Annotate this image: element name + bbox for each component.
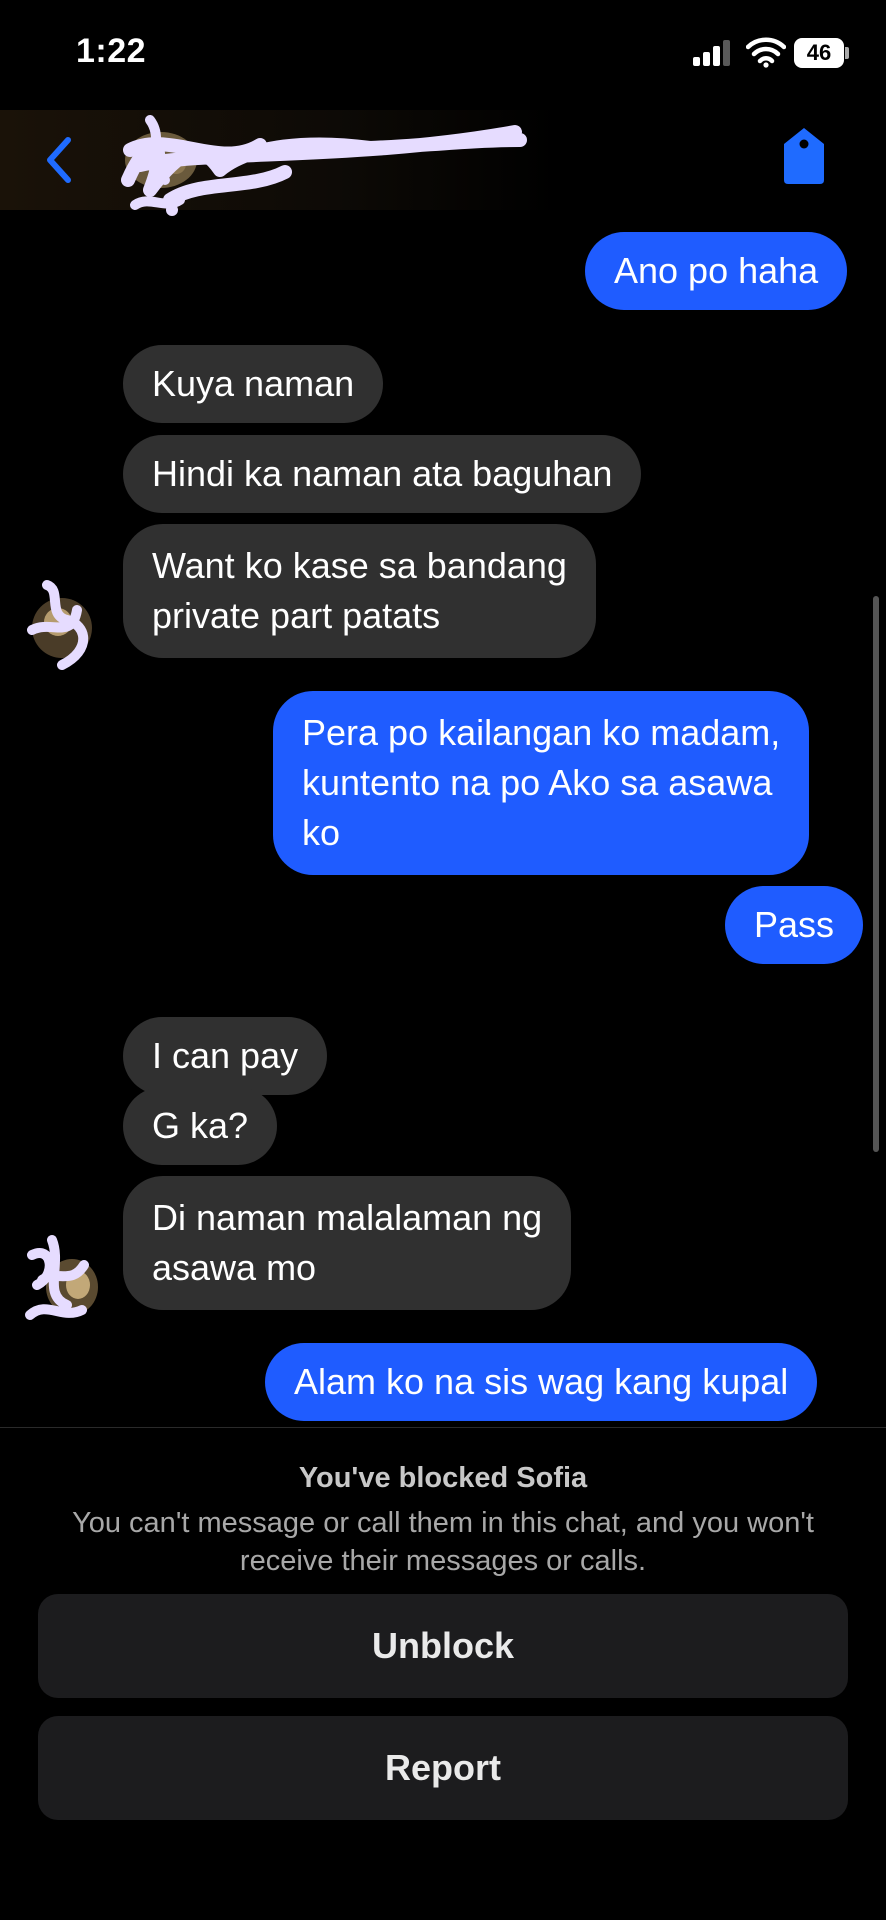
signal-icon <box>693 40 735 66</box>
message-text: Alam ko na sis wag kang kupal <box>294 1361 789 1402</box>
battery-icon: 46 <box>794 38 850 68</box>
message-text: Ano po haha <box>614 250 819 291</box>
message-list[interactable]: Ano po haha Kuya naman Hindi ka naman at… <box>0 210 886 1425</box>
battery-level: 46 <box>806 40 832 65</box>
blocked-description: You can't message or call them in this c… <box>72 1507 814 1577</box>
message-bubble-outgoing[interactable]: Alam ko na sis wag kang kupal <box>265 1343 818 1421</box>
message-text: Di naman malalaman ng <box>152 1197 543 1238</box>
back-button[interactable] <box>40 130 80 190</box>
message-text: ko <box>302 812 341 853</box>
message-bubble-incoming[interactable]: Want ko kase sa bandang private part pat… <box>123 524 596 658</box>
message-text: asawa mo <box>152 1247 317 1288</box>
message-text: Pass <box>754 904 835 945</box>
unblock-button[interactable]: Unblock <box>38 1594 848 1698</box>
message-text: kuntento na po Ako sa asawa <box>302 762 773 803</box>
report-button[interactable]: Report <box>38 1716 848 1820</box>
chat-header <box>0 110 886 216</box>
message-text: I can pay <box>152 1035 299 1076</box>
wifi-icon <box>746 37 786 68</box>
status-bar: 1:22 46 <box>0 0 886 110</box>
blocked-panel: You've blocked Sofia You can't message o… <box>0 1427 886 1920</box>
scrollbar[interactable] <box>873 596 879 1152</box>
message-text: Pera po kailangan ko madam, <box>302 712 781 753</box>
redacted-contact-name <box>121 115 527 216</box>
message-bubble-incoming[interactable]: I can pay <box>123 1017 328 1095</box>
sender-avatar[interactable] <box>22 570 102 670</box>
status-time: 1:22 <box>76 32 147 70</box>
message-bubble-incoming[interactable]: Kuya naman <box>123 345 384 423</box>
message-bubble-incoming[interactable]: Di naman malalaman ng asawa mo <box>123 1176 572 1310</box>
message-text: Kuya naman <box>152 363 355 404</box>
message-bubble-outgoing[interactable]: Ano po haha <box>585 232 848 310</box>
message-bubble-incoming[interactable]: G ka? <box>123 1087 278 1165</box>
message-bubble-incoming[interactable]: Hindi ka naman ata baguhan <box>123 435 642 513</box>
report-button-label: Report <box>385 1747 501 1788</box>
chat-screen: 1:22 46 Ano po haha Kuya naman Hindi ka … <box>0 0 886 1920</box>
message-text: private part patats <box>152 595 441 636</box>
message-bubble-outgoing[interactable]: Pass <box>725 886 864 964</box>
message-text: G ka? <box>152 1105 249 1146</box>
message-text: Want ko kase sa bandang <box>152 545 567 586</box>
tag-icon[interactable] <box>780 126 828 186</box>
unblock-button-label: Unblock <box>371 1625 514 1666</box>
sender-avatar[interactable] <box>22 1225 102 1325</box>
message-bubble-outgoing[interactable]: Pera po kailangan ko madam, kuntento na … <box>273 691 810 875</box>
message-text: Hindi ka naman ata baguhan <box>152 453 613 494</box>
blocked-title: You've blocked Sofia <box>298 1462 588 1494</box>
